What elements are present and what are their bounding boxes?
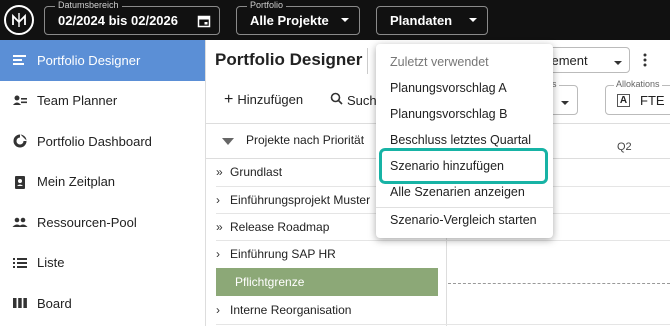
schedule-icon <box>12 174 28 190</box>
expand-chevron-icon[interactable]: › <box>216 247 230 261</box>
row-label: Grundlast <box>230 165 283 179</box>
sidebar-item-portfolio-designer[interactable]: Portfolio Designer <box>0 40 205 81</box>
text-format-icon: A <box>617 94 630 107</box>
allocation-unit-field[interactable]: Allokations A FTE <box>605 79 670 115</box>
list-icon <box>12 255 28 271</box>
sidebar-item-label: Mein Zeitplan <box>37 174 116 190</box>
date-range-value: 02/2024 bis 02/2026 <box>58 13 178 28</box>
plus-icon: + <box>224 91 234 108</box>
data-source-value: Plandaten <box>390 13 453 28</box>
date-range-label: Datumsbereich <box>55 0 122 11</box>
sidebar-item-label: Ressourcen-Pool <box>37 214 137 230</box>
dashboard-icon <box>12 133 28 149</box>
data-source-select[interactable]: Plandaten <box>376 6 488 35</box>
search-button[interactable]: Such <box>330 92 377 108</box>
top-bar: Datumsbereich 02/2024 bis 02/2026 Portfo… <box>0 0 670 40</box>
sidebar: Portfolio Designer Team Planner Portfoli… <box>0 40 206 326</box>
portfolio-select[interactable]: Portfolio Alle Projekte <box>236 0 360 35</box>
page-title: Portfolio Designer <box>215 50 363 69</box>
sidebar-item-liste[interactable]: Liste <box>0 243 205 284</box>
add-button[interactable]: + Hinzufügen <box>224 91 304 108</box>
collapse-triangle-icon[interactable] <box>222 138 234 145</box>
resource-pool-icon <box>12 214 28 230</box>
app-logo-icon[interactable] <box>4 5 34 35</box>
sidebar-item-label: Liste <box>37 255 65 271</box>
chevron-down-icon <box>560 96 570 111</box>
sidebar-item-label: Team Planner <box>37 93 118 109</box>
menu-item-planungsvorschlag-a[interactable]: Planungsvorschlag A <box>376 75 553 101</box>
expand-chevron-icon[interactable]: › <box>216 193 230 207</box>
sidebar-item-ressourcen-pool[interactable]: Ressourcen-Pool <box>0 202 205 243</box>
sidebar-item-label: Board <box>37 295 72 311</box>
menu-item-start-scenario-comparison[interactable]: Szenario-Vergleich starten <box>376 207 553 233</box>
date-range-picker[interactable]: Datumsbereich 02/2024 bis 02/2026 <box>44 0 220 35</box>
sidebar-item-board[interactable]: Board <box>0 283 205 324</box>
chevron-down-icon <box>339 14 351 29</box>
expand-double-chevron-icon[interactable]: » <box>216 165 230 179</box>
more-options-icon[interactable] <box>640 52 650 68</box>
row-label: Interne Reorganisation <box>230 303 352 317</box>
chevron-down-icon <box>613 56 623 71</box>
allocation-label: Allokations <box>614 79 662 90</box>
row-label: Einführung SAP HR <box>230 247 336 261</box>
portfolio-label: Portfolio <box>247 0 287 11</box>
search-button-label: Such <box>347 92 377 108</box>
highlight-frame <box>379 148 548 184</box>
team-planner-icon <box>12 93 28 109</box>
chevron-down-icon <box>467 14 479 29</box>
allocation-value: FTE <box>640 93 665 108</box>
add-button-label: Hinzufügen <box>237 92 304 107</box>
sidebar-item-label: Portfolio Designer <box>37 52 141 68</box>
portfolio-designer-icon <box>12 52 28 68</box>
search-icon <box>330 92 343 108</box>
sidebar-item-team-planner[interactable]: Team Planner <box>0 81 205 122</box>
calendar-icon[interactable] <box>197 14 211 31</box>
table-row[interactable]: › Interne Reorganisation <box>216 297 438 323</box>
menu-item-planungsvorschlag-b[interactable]: Planungsvorschlag B <box>376 101 553 127</box>
scenario-menu: Zuletzt verwendet Planungsvorschlag A Pl… <box>376 44 553 238</box>
divider <box>367 48 368 74</box>
board-icon <box>12 295 28 311</box>
portfolio-value: Alle Projekte <box>250 13 329 28</box>
row-divider <box>216 324 670 325</box>
expand-chevron-icon[interactable]: › <box>216 303 230 317</box>
group-header-label: Projekte nach Priorität <box>246 133 365 147</box>
row-label: Einführungsprojekt Muster <box>230 193 371 207</box>
mandatory-threshold-row[interactable]: Pflichtgrenze <box>216 268 438 296</box>
expand-double-chevron-icon[interactable]: » <box>216 220 230 234</box>
timeline-quarter-label: Q2 <box>617 141 632 153</box>
sidebar-item-portfolio-dashboard[interactable]: Portfolio Dashboard <box>0 121 205 162</box>
threshold-line <box>448 283 670 284</box>
sidebar-item-mein-zeitplan[interactable]: Mein Zeitplan <box>0 162 205 203</box>
row-label: Release Roadmap <box>230 220 330 234</box>
menu-section-recent: Zuletzt verwendet <box>390 55 489 69</box>
table-row[interactable]: › Einführung SAP HR <box>216 241 438 267</box>
sidebar-item-label: Portfolio Dashboard <box>37 133 152 149</box>
